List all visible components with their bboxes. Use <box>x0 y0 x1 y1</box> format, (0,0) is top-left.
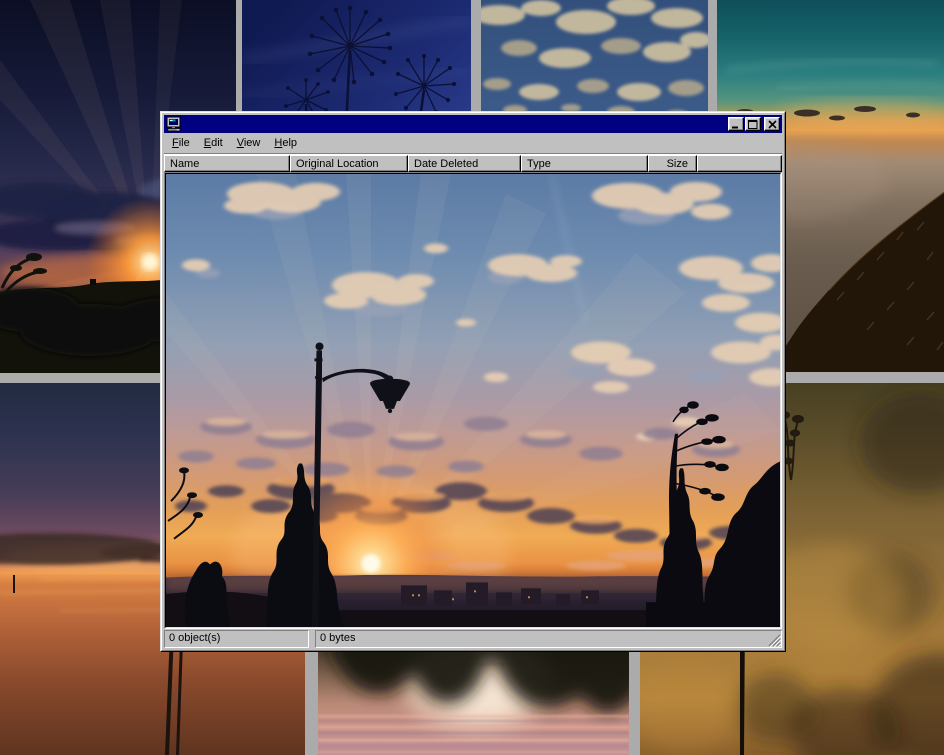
status-object-count: 0 object(s) <box>164 630 309 648</box>
status-size: 0 bytes <box>315 630 782 648</box>
column-header-type[interactable]: Type <box>521 155 648 172</box>
window-frame: File Edit View Help Name Original Locati… <box>161 112 785 651</box>
column-header-date-deleted[interactable]: Date Deleted <box>408 155 521 172</box>
close-icon <box>768 120 777 129</box>
list-column-headers: Name Original Location Date Deleted Type… <box>164 155 782 172</box>
menu-view[interactable]: View <box>230 135 268 152</box>
column-header-name[interactable]: Name <box>164 155 290 172</box>
resize-grip[interactable] <box>768 634 781 647</box>
menu-edit[interactable]: Edit <box>197 135 230 152</box>
menu-bar: File Edit View Help <box>164 134 782 153</box>
window-controls <box>728 117 780 131</box>
sunset-lamp-photo <box>166 174 780 627</box>
recycle-bin-window: File Edit View Help Name Original Locati… <box>160 111 786 652</box>
menu-file[interactable]: File <box>165 135 197 152</box>
maximize-icon <box>748 120 758 129</box>
list-view-area[interactable] <box>164 172 782 629</box>
column-header-filler[interactable] <box>697 155 782 172</box>
list-view-background-photo <box>165 173 781 628</box>
status-size-text: 0 bytes <box>320 632 355 644</box>
minimize-button[interactable] <box>728 117 744 131</box>
titlebar[interactable] <box>164 115 782 133</box>
minimize-icon <box>731 120 741 129</box>
column-header-size[interactable]: Size <box>648 155 697 172</box>
menu-help[interactable]: Help <box>267 135 304 152</box>
maximize-button[interactable] <box>745 117 761 131</box>
column-header-original-location[interactable]: Original Location <box>290 155 408 172</box>
computer-icon <box>166 116 182 132</box>
close-button[interactable] <box>764 117 780 131</box>
status-bar: 0 object(s) 0 bytes <box>164 630 782 648</box>
